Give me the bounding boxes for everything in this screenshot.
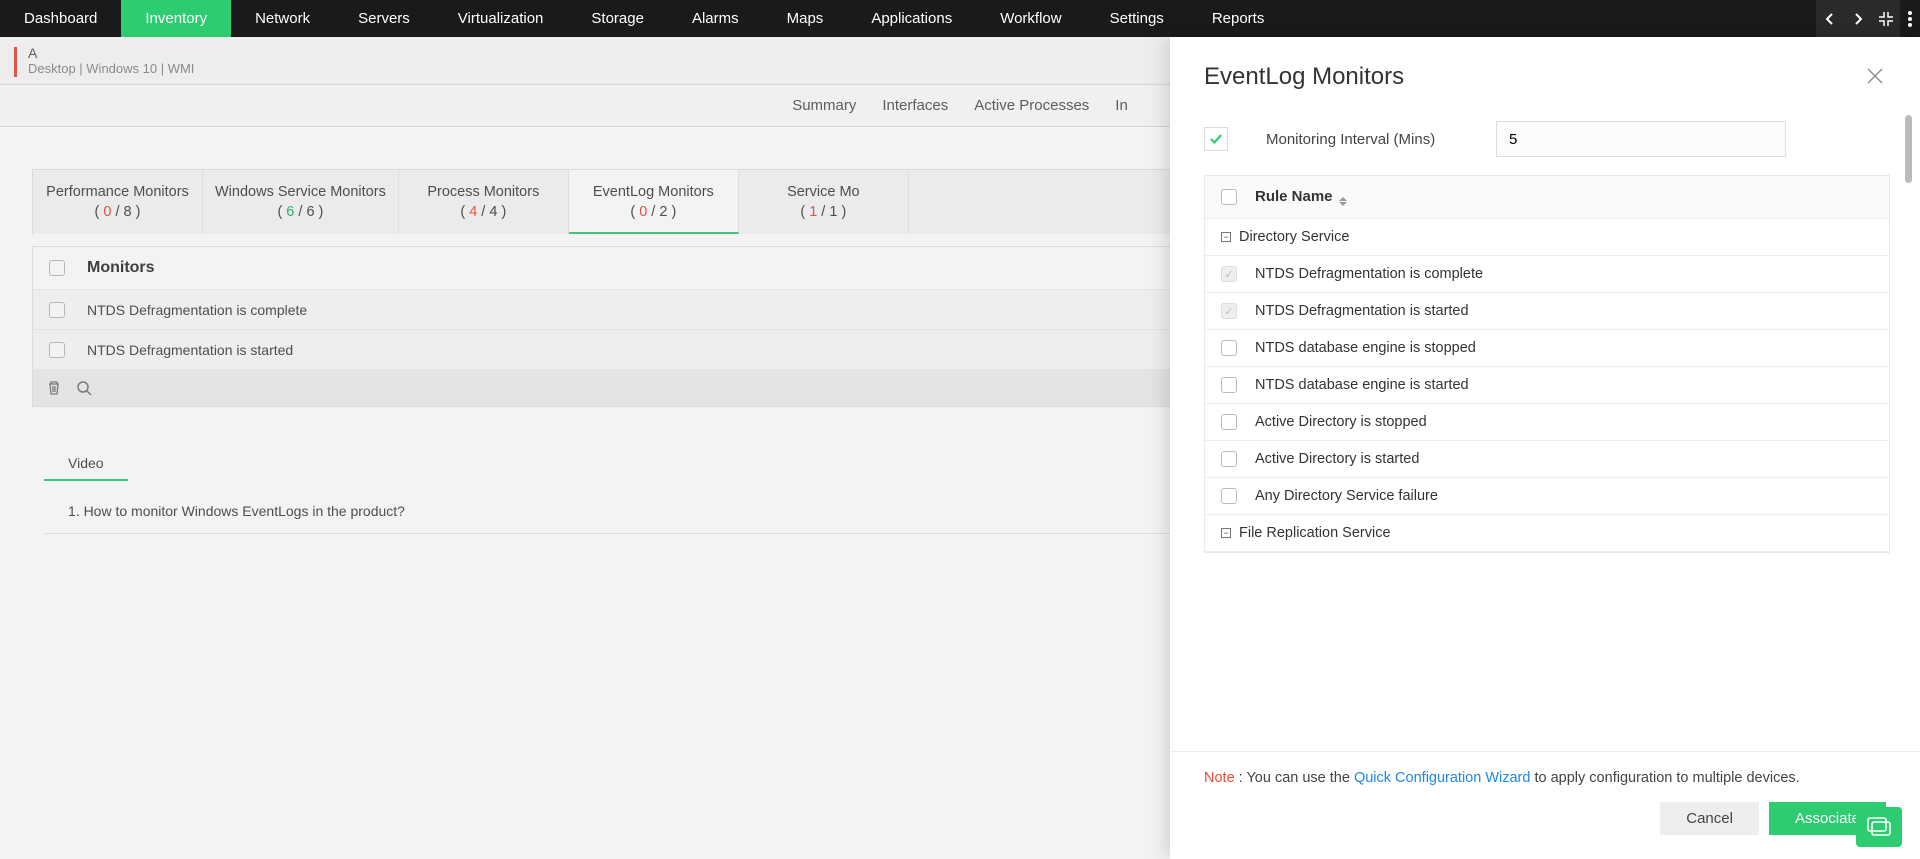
subnav-interfaces[interactable]: Interfaces xyxy=(882,97,948,114)
rule-name: NTDS database engine is stopped xyxy=(1255,340,1476,356)
select-all-checkbox[interactable] xyxy=(49,260,65,276)
nav-prev-button[interactable] xyxy=(1816,0,1844,37)
rule-row: Active Directory is stopped xyxy=(1205,404,1889,441)
search-icon[interactable] xyxy=(75,379,93,397)
rule-checkbox[interactable] xyxy=(1221,340,1237,356)
nav-item-dashboard[interactable]: Dashboard xyxy=(0,0,121,37)
monitor-tab-1[interactable]: Windows Service Monitors( 6 / 6 ) xyxy=(203,170,399,234)
monitor-tab-4[interactable]: Service Mo( 1 / 1 ) xyxy=(739,170,909,234)
rule-checkbox[interactable] xyxy=(1221,377,1237,393)
rule-checkbox[interactable] xyxy=(1221,414,1237,430)
collapse-icon[interactable]: − xyxy=(1221,232,1231,242)
monitor-name: NTDS Defragmentation is complete xyxy=(87,302,307,318)
nav-item-applications[interactable]: Applications xyxy=(847,0,976,37)
nav-item-settings[interactable]: Settings xyxy=(1086,0,1188,37)
nav-item-maps[interactable]: Maps xyxy=(763,0,848,37)
rule-row: NTDS Defragmentation is started xyxy=(1205,293,1889,330)
rule-checkbox xyxy=(1221,303,1237,319)
topnav-right xyxy=(1816,0,1920,37)
top-nav: DashboardInventoryNetworkServersVirtuali… xyxy=(0,0,1920,37)
rule-name: NTDS database engine is started xyxy=(1255,377,1469,393)
interval-label: Monitoring Interval (Mins) xyxy=(1266,131,1466,148)
group-name: Directory Service xyxy=(1239,229,1349,245)
sort-icon xyxy=(1339,197,1347,206)
rule-checkbox[interactable] xyxy=(1221,488,1237,504)
nav-next-button[interactable] xyxy=(1844,0,1872,37)
rule-checkbox xyxy=(1221,266,1237,282)
row-checkbox[interactable] xyxy=(49,342,65,358)
nav-item-inventory[interactable]: Inventory xyxy=(121,0,231,37)
nav-item-network[interactable]: Network xyxy=(231,0,334,37)
collapse-icon[interactable]: − xyxy=(1221,528,1231,538)
eventlog-drawer: EventLog Monitors Monitoring Interval (M… xyxy=(1170,37,1920,859)
close-icon[interactable] xyxy=(1864,65,1886,90)
subnav-active-processes[interactable]: Active Processes xyxy=(974,97,1089,114)
interval-input[interactable] xyxy=(1496,121,1786,157)
rule-row: NTDS database engine is started xyxy=(1205,367,1889,404)
rule-name: Active Directory is started xyxy=(1255,451,1419,467)
nav-item-alarms[interactable]: Alarms xyxy=(668,0,763,37)
more-menu-button[interactable] xyxy=(1900,0,1920,37)
chat-fab[interactable] xyxy=(1856,807,1902,847)
quick-config-wizard-link[interactable]: Quick Configuration Wizard xyxy=(1354,770,1531,786)
monitor-tab-2[interactable]: Process Monitors( 4 / 4 ) xyxy=(399,170,569,234)
subnav-in[interactable]: In xyxy=(1115,97,1128,114)
nav-item-storage[interactable]: Storage xyxy=(567,0,668,37)
rule-checkbox[interactable] xyxy=(1221,451,1237,467)
rule-group[interactable]: −Directory Service xyxy=(1205,219,1889,256)
note-label: Note xyxy=(1204,770,1235,786)
rules-select-all-checkbox[interactable] xyxy=(1221,189,1237,205)
nav-item-reports[interactable]: Reports xyxy=(1188,0,1289,37)
rule-name: Any Directory Service failure xyxy=(1255,488,1438,504)
status-stripe xyxy=(14,47,17,77)
rule-row: NTDS Defragmentation is complete xyxy=(1205,256,1889,293)
rule-group[interactable]: −File Replication Service xyxy=(1205,515,1889,552)
scrollbar[interactable] xyxy=(1905,115,1912,183)
monitor-tab-0[interactable]: Performance Monitors( 0 / 8 ) xyxy=(33,170,203,234)
rule-row: Active Directory is started xyxy=(1205,441,1889,478)
subnav-summary[interactable]: Summary xyxy=(792,97,856,114)
rule-row: Any Directory Service failure xyxy=(1205,478,1889,515)
video-tab[interactable]: Video xyxy=(44,447,128,481)
compress-icon[interactable] xyxy=(1872,0,1900,37)
rule-row: NTDS database engine is stopped xyxy=(1205,330,1889,367)
nav-item-virtualization[interactable]: Virtualization xyxy=(434,0,568,37)
row-checkbox[interactable] xyxy=(49,302,65,318)
nav-item-workflow[interactable]: Workflow xyxy=(976,0,1085,37)
rule-name: NTDS Defragmentation is complete xyxy=(1255,266,1483,282)
monitor-name: NTDS Defragmentation is started xyxy=(87,342,293,358)
rules-table: Rule Name −Directory ServiceNTDS Defragm… xyxy=(1204,175,1890,553)
interval-enabled-checkbox[interactable] xyxy=(1204,127,1228,151)
rule-name-header[interactable]: Rule Name xyxy=(1255,188,1347,206)
delete-icon[interactable] xyxy=(45,379,63,397)
rule-name: NTDS Defragmentation is started xyxy=(1255,303,1469,319)
rule-name: Active Directory is stopped xyxy=(1255,414,1427,430)
group-name: File Replication Service xyxy=(1239,525,1391,541)
monitor-tab-3[interactable]: EventLog Monitors( 0 / 2 ) xyxy=(569,170,739,234)
nav-item-servers[interactable]: Servers xyxy=(334,0,434,37)
drawer-title: EventLog Monitors xyxy=(1204,63,1404,91)
monitors-column-header: Monitors xyxy=(87,259,155,277)
cancel-button[interactable]: Cancel xyxy=(1660,802,1759,835)
